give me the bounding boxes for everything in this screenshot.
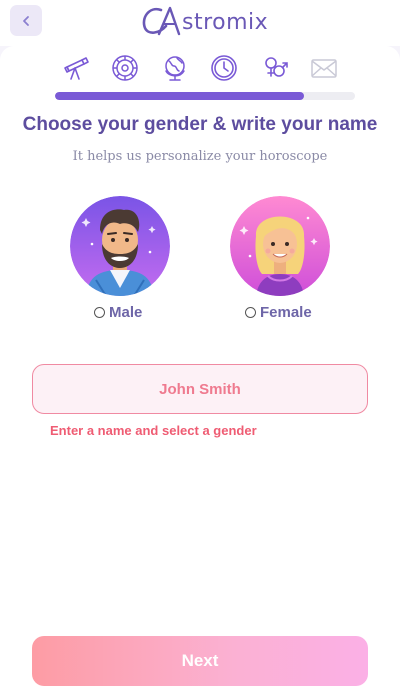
validation-error: Enter a name and select a gender — [50, 423, 257, 438]
globe-icon — [165, 56, 185, 81]
gender-radio-female[interactable]: Female — [245, 304, 312, 321]
logo-text: stromix — [182, 10, 269, 35]
gender-option-female[interactable] — [230, 196, 330, 296]
page-title: Choose your gender & write your name — [22, 114, 378, 135]
step-indicator — [60, 54, 340, 84]
logo: stromix — [139, 4, 268, 38]
gender-label-male: Male — [109, 304, 143, 321]
next-button[interactable]: Next — [32, 636, 368, 686]
chevron-left-icon — [23, 15, 29, 26]
progress-bar — [55, 92, 355, 100]
logo-mark — [142, 6, 181, 36]
gender-option-male[interactable] — [70, 196, 170, 296]
header: stromix — [0, 0, 400, 46]
telescope-icon — [64, 57, 89, 80]
page-subtitle: It helps us personalize your horoscope — [72, 149, 328, 164]
envelope-icon — [311, 59, 337, 78]
female-avatar — [230, 196, 330, 296]
radio-button-male[interactable] — [94, 307, 105, 318]
clock-icon — [211, 55, 237, 81]
gender-icon — [265, 57, 288, 77]
gender-radio-male[interactable]: Male — [94, 304, 142, 321]
gender-label-female: Female — [260, 304, 312, 321]
male-avatar — [70, 196, 170, 296]
progress-fill — [55, 92, 304, 100]
back-button[interactable] — [10, 5, 42, 36]
zodiac-wheel-icon — [112, 55, 138, 81]
name-input[interactable] — [32, 364, 368, 414]
radio-button-female[interactable] — [245, 307, 256, 318]
